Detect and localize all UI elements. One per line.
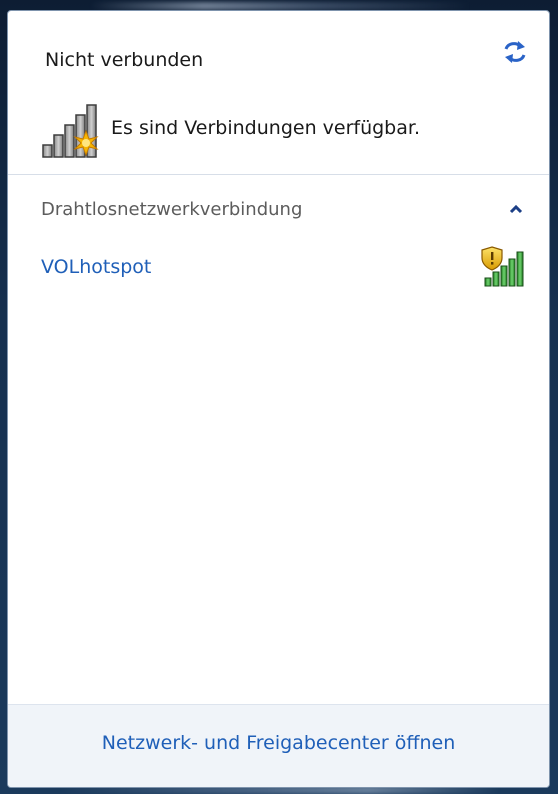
connection-status-title: Nicht verbunden bbox=[45, 49, 204, 71]
refresh-icon[interactable] bbox=[500, 39, 530, 65]
chevron-up-icon[interactable] bbox=[506, 199, 526, 219]
wireless-section-title: Drahtlosnetzwerkverbindung bbox=[41, 199, 303, 220]
signal-warning-icon bbox=[42, 104, 99, 158]
network-list-item[interactable]: VOLhotspot bbox=[18, 241, 539, 291]
network-flyout-panel: Nicht verbunden Es sind Verbindungen ver… bbox=[7, 10, 550, 788]
network-sharing-center-link[interactable]: Netzwerk- und Freigabecenter öffnen bbox=[8, 732, 549, 754]
network-name: VOLhotspot bbox=[41, 256, 152, 278]
secured-signal-icon bbox=[481, 246, 524, 287]
frame-highlight-top bbox=[90, 2, 470, 10]
footer-bar: Netzwerk- und Freigabecenter öffnen bbox=[8, 704, 549, 787]
wireless-section-header[interactable]: Drahtlosnetzwerkverbindung bbox=[8, 189, 549, 229]
connection-status-section: Nicht verbunden Es sind Verbindungen ver… bbox=[8, 11, 549, 175]
connection-status-message: Es sind Verbindungen verfügbar. bbox=[111, 117, 420, 139]
